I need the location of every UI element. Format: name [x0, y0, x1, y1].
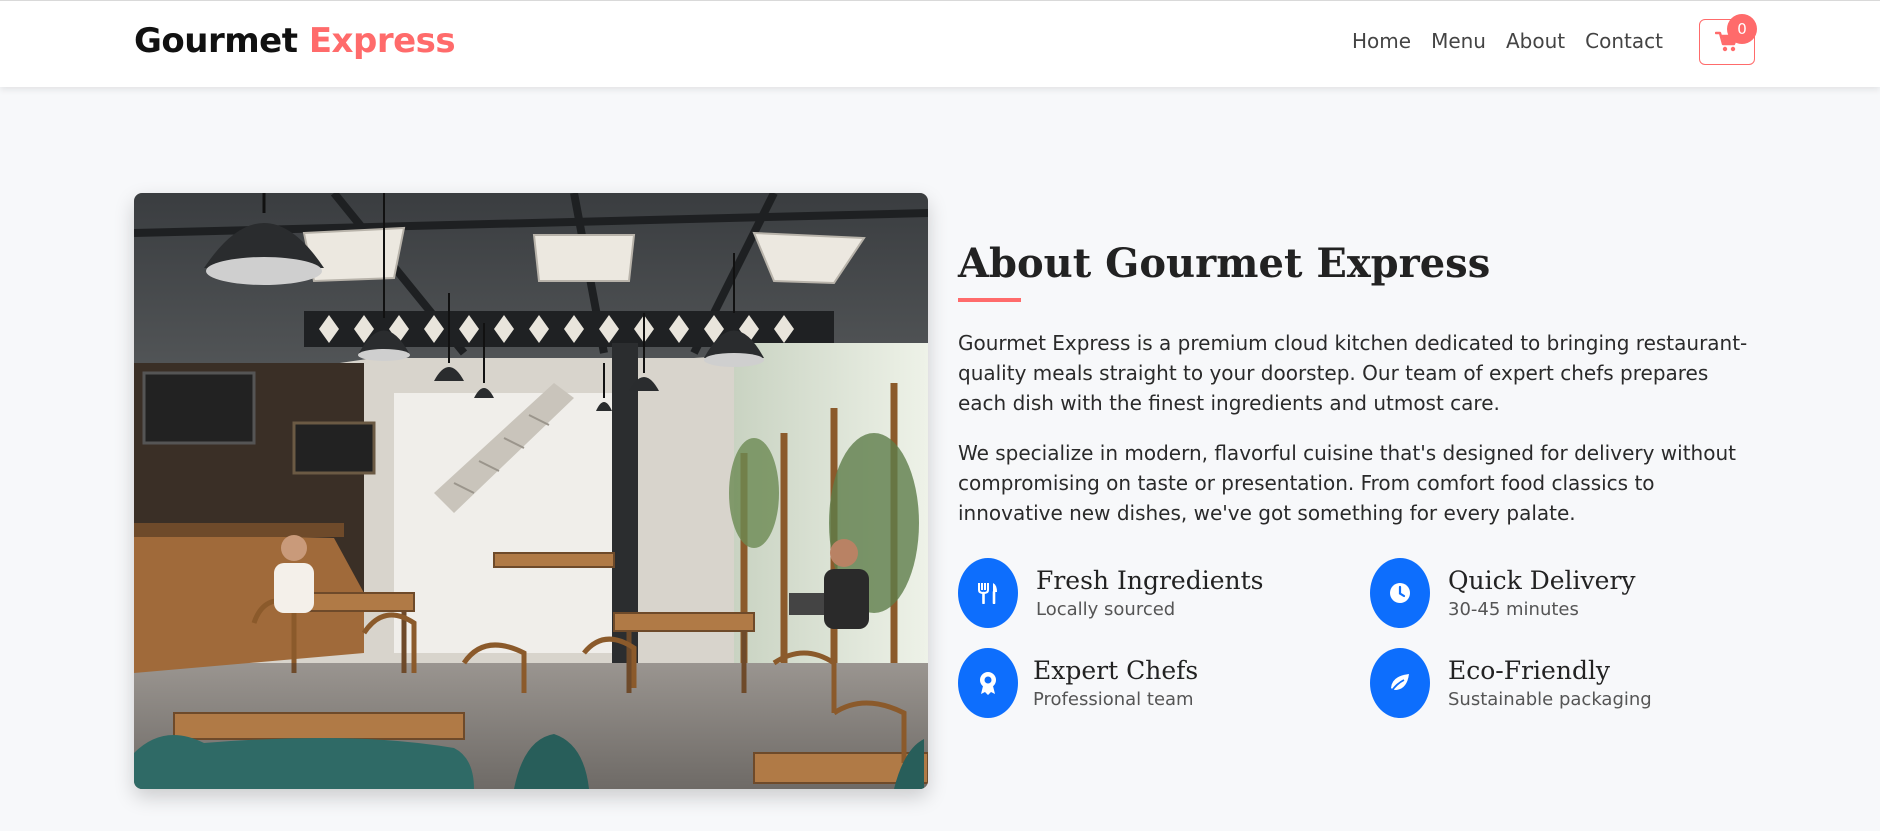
- title-underline: [958, 298, 1021, 302]
- feature-quick-delivery: Quick Delivery 30-45 minutes: [1370, 558, 1636, 628]
- feature-subtitle: Sustainable packaging: [1448, 689, 1652, 710]
- nav-link-about[interactable]: About: [1506, 29, 1565, 53]
- brand-name-part1: Gourmet: [134, 21, 309, 61]
- nav-link-contact[interactable]: Contact: [1585, 29, 1663, 53]
- feature-subtitle: 30-45 minutes: [1448, 599, 1579, 620]
- feature-eco-friendly: Eco-Friendly Sustainable packaging: [1370, 648, 1652, 718]
- nav-links: Home Menu About Contact: [1352, 29, 1663, 53]
- about-paragraph-2: We specialize in modern, flavorful cuisi…: [958, 441, 1736, 525]
- leaf-icon: [1370, 648, 1430, 718]
- cart-count-badge: 0: [1727, 14, 1757, 44]
- about-paragraph-1: Gourmet Express is a premium cloud kitch…: [958, 331, 1748, 415]
- feature-title: Expert Chefs: [1033, 656, 1199, 685]
- utensils-icon: [958, 558, 1018, 628]
- feature-expert-chefs: Expert Chefs Professional team: [958, 648, 1198, 718]
- feature-subtitle: Locally sourced: [1036, 599, 1176, 620]
- feature-title: Eco-Friendly: [1448, 656, 1611, 685]
- brand-name-part2: Express: [308, 21, 456, 61]
- restaurant-interior-image: [134, 193, 928, 789]
- feature-subtitle: Professional team: [1033, 689, 1194, 710]
- nav-link-home[interactable]: Home: [1352, 29, 1411, 53]
- feature-fresh-ingredients: Fresh Ingredients Locally sourced: [958, 558, 1263, 628]
- feature-title: Quick Delivery: [1448, 566, 1636, 595]
- brand-logo[interactable]: Gourmet Express: [134, 21, 456, 61]
- navbar: Gourmet Express Home Menu About Contact …: [0, 0, 1880, 87]
- award-icon: [958, 648, 1018, 718]
- feature-title: Fresh Ingredients: [1036, 566, 1264, 595]
- nav-link-menu[interactable]: Menu: [1431, 29, 1486, 53]
- clock-icon: [1370, 558, 1430, 628]
- about-title: About Gourmet Express: [958, 240, 1491, 287]
